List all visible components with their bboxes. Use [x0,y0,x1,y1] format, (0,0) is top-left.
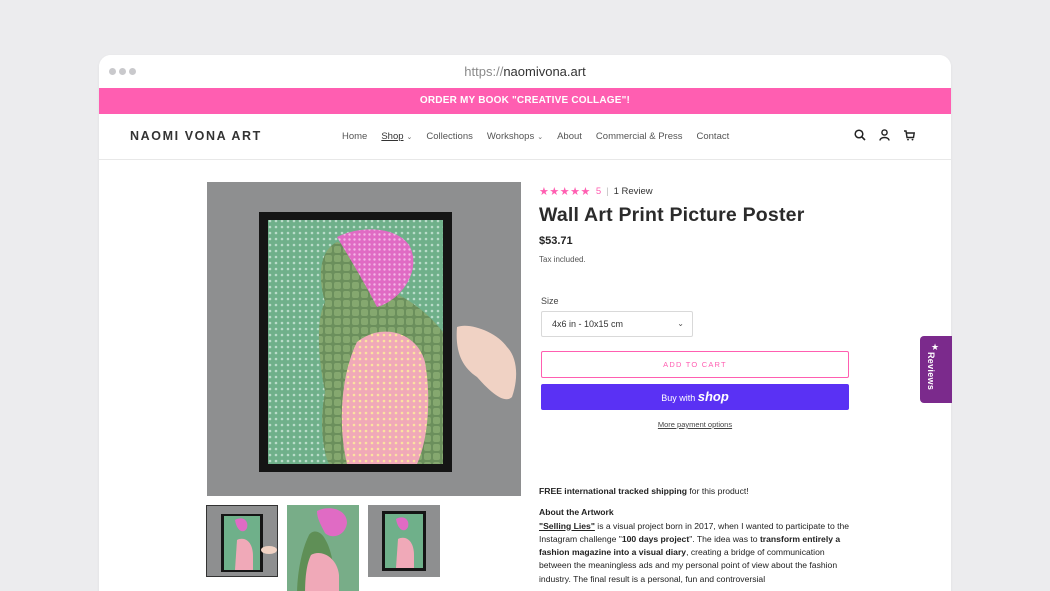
shipping-note: FREE international tracked shipping for … [539,485,859,498]
site-header: NAOMI VONA ART Home Shop ⌄ Collections Works… [99,114,951,160]
shop-logo: shop [697,389,729,404]
nav-item-label: Workshops [486,131,535,142]
chevron-down-icon: ⌄ [406,134,413,141]
review-count[interactable]: 1 Review [614,186,653,197]
buy-with-shop-button[interactable]: Buy with shop [541,384,849,410]
nav-item-label: About [557,131,582,142]
selling-lies-link[interactable]: "Selling Lies" [539,521,595,531]
nav-item-contact[interactable]: Contact [697,131,730,142]
shipping-note-bold: FREE international tracked shipping [539,486,688,496]
address-bar[interactable]: https://naomivona.art [99,64,951,79]
product-main-image[interactable] [207,182,521,496]
nav-item-label: Home [342,131,368,142]
reviews-side-tab[interactable]: ★ Reviews [920,336,952,403]
header-icons [854,129,915,141]
cart-icon[interactable] [903,129,915,141]
announcement-bar[interactable]: ORDER MY BOOK "CREATIVE COLLAGE"! [99,88,951,114]
main-nav: Home Shop ⌄ Collections Workshops ⌄ About Comme… [342,131,729,142]
thumbnail-3[interactable] [368,505,440,577]
chevron-down-icon: ⌄ [677,319,684,328]
size-selected-value: 4x6 in - 10x15 cm [552,319,624,329]
browser-chrome: https://naomivona.art [99,55,951,88]
chevron-down-icon: ⌄ [537,134,544,141]
size-select[interactable]: 4x6 in - 10x15 cm ⌄ [541,311,693,337]
rating-stars: ★★★★★ [539,185,591,198]
product-info: ★★★★★ 5 | 1 Review Wall Art Print Pictur… [539,184,859,429]
nav-item-label: Contact [696,131,730,142]
tax-note: Tax included. [539,255,586,264]
buy-with-label: Buy with [661,393,696,403]
reviews-tab-label: Reviews [926,352,936,391]
product-title: Wall Art Print Picture Poster [539,204,805,226]
about-text-part2: ". The idea was to [689,533,760,544]
product-description: FREE international tracked shipping for … [539,485,859,586]
url-host: naomivona.art [503,64,586,79]
about-heading-text: About the Artwork [539,507,614,518]
rating-separator: | [606,185,609,197]
product-rating[interactable]: ★★★★★ 5 | 1 Review [539,184,859,198]
about-text: "Selling Lies" is a visual project born … [539,520,859,586]
nav-item-shop[interactable]: Shop ⌄ [381,131,412,142]
nav-item-about[interactable]: About [557,131,582,142]
product-price: $53.71 [539,235,573,247]
more-payment-options-link[interactable]: More payment options [539,420,851,429]
shipping-note-rest: for this product! [687,486,749,496]
nav-item-home[interactable]: Home [342,131,367,142]
url-protocol: https:// [464,64,504,79]
nav-item-collections[interactable]: Collections [426,131,472,142]
nav-item-label: Commercial & Press [595,131,683,142]
site-logo[interactable]: NAOMI VONA ART [130,129,262,143]
nav-item-workshops[interactable]: Workshops ⌄ [487,131,543,142]
search-icon[interactable] [854,129,866,141]
thumbnail-2[interactable] [287,505,359,591]
nav-item-label: Shop [381,131,404,142]
account-icon[interactable] [879,129,890,141]
add-to-cart-button[interactable]: ADD TO CART [541,351,849,378]
size-label: Size [541,296,559,306]
nav-item-label: Collections [426,131,473,142]
product-thumbnails [206,505,440,591]
nav-item-commercial-press[interactable]: Commercial & Press [596,131,683,142]
thumbnail-1[interactable] [206,505,278,577]
about-heading: About the Artwork [539,506,859,519]
about-text-bold1: 100 days project [621,533,690,544]
rating-value: 5 [595,185,602,197]
